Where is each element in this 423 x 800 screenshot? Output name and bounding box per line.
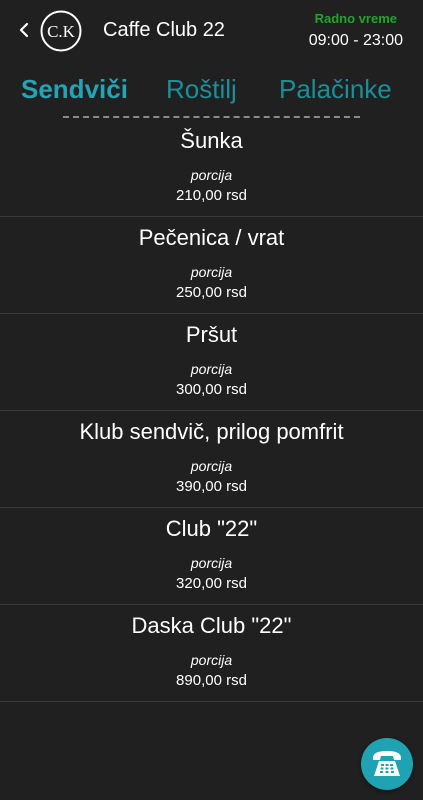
item-unit: porcija (190, 167, 233, 183)
menu-item[interactable]: Pečenica / vrat porcija 250,00 rsd (0, 217, 423, 314)
menu-item[interactable]: Šunka porcija 210,00 rsd (0, 120, 423, 217)
hours-label: Radno vreme (314, 11, 397, 26)
item-name: Klub sendvič, prilog pomfrit (79, 419, 344, 444)
tab-rostilj[interactable]: Roštilj (166, 74, 237, 105)
item-price: 300,00 rsd (176, 381, 247, 398)
tab-indicator (63, 116, 360, 118)
menu-list: Šunka porcija 210,00 rsd Pečenica / vrat… (0, 120, 423, 702)
item-unit: porcija (190, 555, 233, 571)
menu-item[interactable]: Pršut porcija 300,00 rsd (0, 314, 423, 411)
item-price: 390,00 rsd (176, 478, 247, 495)
menu-item[interactable]: Club "22" porcija 320,00 rsd (0, 508, 423, 605)
hours-value: 09:00 - 23:00 (308, 32, 403, 49)
category-tabs: Sendviči Roštilj Palačinke (0, 62, 423, 120)
tab-palacinke[interactable]: Palačinke (279, 74, 392, 105)
menu-item[interactable]: Klub sendvič, prilog pomfrit porcija 390… (0, 411, 423, 508)
chevron-left-icon (19, 22, 29, 38)
back-button[interactable] (12, 14, 36, 46)
item-price: 250,00 rsd (176, 284, 247, 301)
phone-icon (373, 751, 401, 776)
menu-item[interactable]: Daska Club "22" porcija 890,00 rsd (0, 605, 423, 702)
item-price: 210,00 rsd (176, 187, 247, 204)
call-button[interactable] (361, 738, 413, 790)
tab-sendvici[interactable]: Sendviči (21, 74, 128, 105)
item-name: Club "22" (165, 516, 258, 541)
logo-text: C.K (47, 22, 76, 41)
app-title: Caffe Club 22 (103, 19, 225, 41)
item-unit: porcija (190, 652, 233, 668)
item-name: Šunka (180, 128, 243, 153)
app-bar: C.K Caffe Club 22 Radno vreme 09:00 - 23… (0, 0, 423, 62)
item-price: 320,00 rsd (176, 575, 247, 592)
logo: C.K (40, 10, 82, 52)
item-unit: porcija (190, 264, 233, 280)
item-name: Pršut (185, 322, 238, 347)
item-name: Pečenica / vrat (138, 225, 285, 250)
item-price: 890,00 rsd (176, 672, 247, 689)
item-name: Daska Club "22" (131, 613, 292, 638)
item-unit: porcija (190, 458, 233, 474)
item-unit: porcija (190, 361, 233, 377)
